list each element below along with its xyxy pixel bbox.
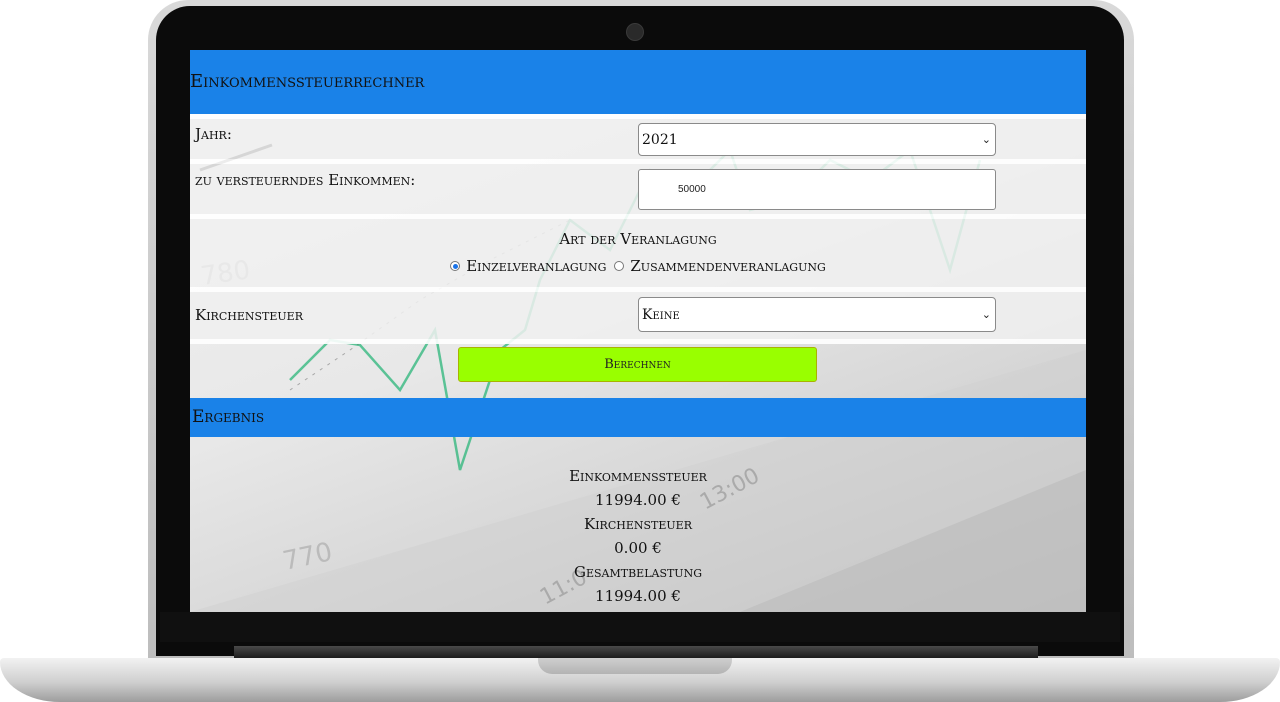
- einkommen-label: zu versteuerndes Einkommen:: [195, 171, 416, 189]
- zusammenveranlagung-radio[interactable]: [614, 261, 625, 271]
- separator: [190, 339, 1086, 344]
- einzelveranlagung-label[interactable]: Einzelveranlagung: [466, 257, 606, 275]
- einkommenssteuer-label: Einkommenssteuer: [569, 467, 707, 485]
- kirchensteuer-result-value: 0.00 €: [614, 539, 662, 557]
- kirchensteuer-label: Kirchensteuer: [195, 306, 303, 324]
- chevron-down-icon: ⌄: [981, 308, 991, 321]
- page-title: Einkommenssteuerrechner: [190, 71, 425, 92]
- jahr-label: Jahr:: [195, 125, 232, 143]
- laptop-notch: [538, 658, 732, 674]
- bezel-bottom: [160, 612, 1120, 642]
- screen: 780 770 13:00 11:0 Einkommenssteuerrechn…: [190, 50, 1086, 612]
- gesamtbelastung-label: Gesamtbelastung: [573, 563, 702, 581]
- einkommen-input[interactable]: 50000: [638, 169, 996, 210]
- ergebnis-title: Ergebnis: [192, 407, 265, 427]
- chevron-down-icon: ⌄: [981, 133, 991, 146]
- veranlagung-title: Art der Veranlagung: [559, 230, 717, 248]
- berechnen-button[interactable]: Berechnen: [458, 347, 817, 382]
- veranlagung-radio-group: Einzelveranlagung Zusammendenveranlagung: [190, 257, 1086, 275]
- jahr-select[interactable]: 2021 ⌄: [638, 123, 996, 156]
- camera-icon: [626, 23, 644, 41]
- einzelveranlagung-radio[interactable]: [450, 261, 461, 271]
- kirchensteuer-select[interactable]: Keine ⌄: [638, 297, 996, 332]
- gesamtbelastung-value: 11994.00 €: [595, 587, 681, 605]
- laptop-hinge: [234, 646, 1038, 658]
- ergebnis-bar: Ergebnis: [190, 398, 1086, 437]
- jahr-selected-value: 2021: [642, 131, 678, 148]
- zusammenveranlagung-label[interactable]: Zusammendenveranlagung: [630, 257, 825, 275]
- einkommenssteuer-value: 11994.00 €: [595, 491, 681, 509]
- einkommen-input-value: 50000: [678, 184, 706, 195]
- header-bar: Einkommenssteuerrechner: [190, 50, 1086, 114]
- kirchensteuer-selected-value: Keine: [642, 306, 680, 323]
- kirchensteuer-result-label: Kirchensteuer: [584, 515, 692, 533]
